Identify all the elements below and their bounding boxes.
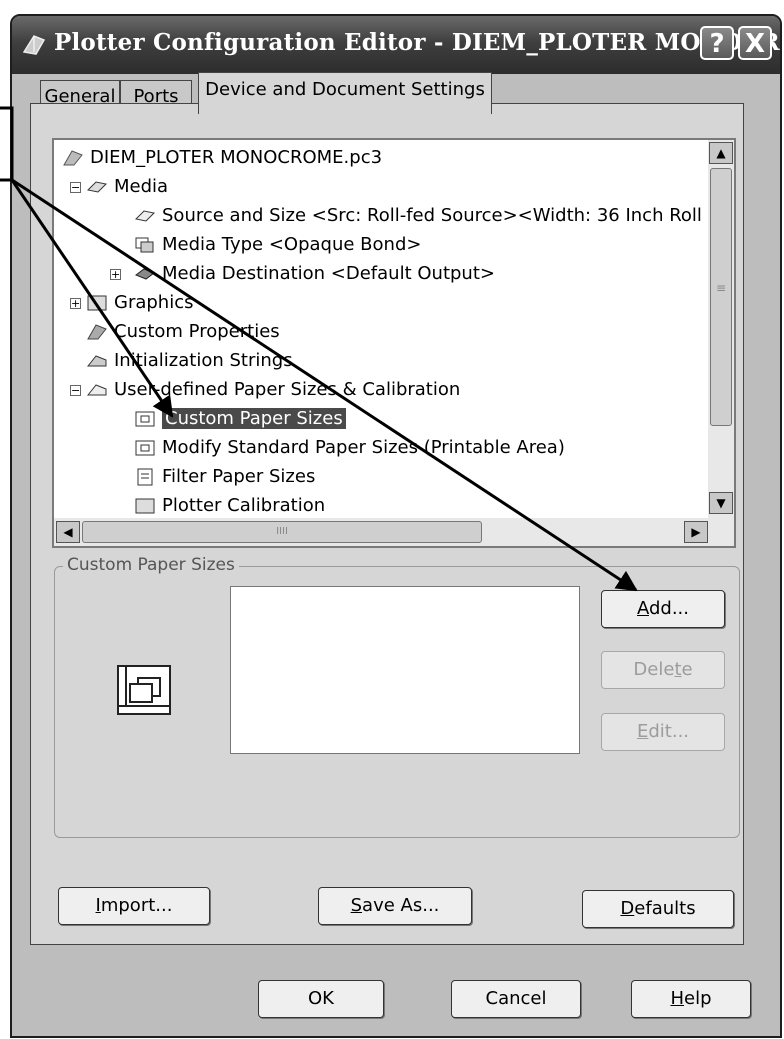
media-destination-icon: [134, 268, 156, 280]
window-title: Plotter Configuration Editor - DIEM_PLOT…: [54, 29, 782, 56]
tree-graphics-label: Graphics: [114, 292, 194, 313]
tree-root-label: DIEM_PLOTER MONOCROME.pc3: [90, 147, 383, 168]
tree-source-and-size[interactable]: Source and Size <Src: Roll-fed Source><W…: [134, 202, 702, 230]
close-button[interactable]: X: [738, 26, 772, 60]
tree-media-destination[interactable]: Media Destination <Default Output>: [134, 260, 495, 288]
tree-filter-paper-sizes[interactable]: Filter Paper Sizes: [134, 463, 315, 491]
vertical-scroll-thumb[interactable]: ≡: [710, 168, 732, 426]
delete-button[interactable]: Delete: [601, 651, 725, 689]
initialization-strings-icon: [86, 355, 107, 367]
tree-custom-properties-label: Custom Properties: [114, 321, 280, 342]
tree-initialization-strings[interactable]: Initialization Strings: [86, 347, 293, 375]
add-button[interactable]: Add...: [601, 590, 725, 628]
expand-graphics-icon[interactable]: +: [70, 298, 81, 309]
tree-plotter-calibration[interactable]: Plotter Calibration: [134, 492, 325, 520]
scroll-up-icon[interactable]: ▲: [709, 142, 733, 164]
custom-properties-icon: [87, 324, 107, 340]
modify-paper-icon: [135, 440, 155, 456]
edit-button[interactable]: Edit...: [601, 713, 725, 751]
tree-horizontal-scrollbar[interactable]: ◀ IIII ▶: [54, 518, 734, 546]
tree-media[interactable]: Media: [86, 173, 168, 201]
graphics-icon: [87, 295, 107, 311]
tree-filter-paper-sizes-label: Filter Paper Sizes: [162, 466, 316, 487]
plotter-icon: [63, 150, 83, 166]
tab-device-document-settings[interactable]: Device and Document Settings: [198, 72, 492, 114]
save-as-button[interactable]: Save As...: [318, 887, 472, 925]
tree-user-defined-paper-sizes[interactable]: User-defined Paper Sizes & Calibration: [86, 376, 460, 404]
group-legend: Custom Paper Sizes: [63, 555, 239, 575]
expand-media-destination-icon[interactable]: +: [110, 269, 121, 280]
custom-paper-size-icon: [117, 665, 171, 715]
tree-custom-paper-sizes-label: Custom Paper Sizes: [162, 408, 346, 429]
media-icon: [86, 181, 108, 193]
vscroll-grip: ≡: [715, 281, 727, 295]
import-button[interactable]: Import...: [58, 887, 210, 925]
tree-custom-properties[interactable]: Custom Properties: [86, 318, 280, 346]
tree-media-destination-label: Media Destination <Default Output>: [162, 263, 495, 284]
settings-tree[interactable]: DIEM_PLOTER MONOCROME.pc3 − Media Source…: [52, 138, 736, 548]
tree-modify-standard-label: Modify Standard Paper Sizes (Printable A…: [162, 437, 565, 458]
tree-media-type[interactable]: Media Type <Opaque Bond>: [134, 231, 421, 259]
tree-plotter-calibration-label: Plotter Calibration: [162, 495, 326, 516]
paper-size-icon: [135, 411, 155, 427]
tree-source-and-size-label: Source and Size <Src: Roll-fed Source><W…: [162, 205, 702, 226]
horizontal-scroll-thumb[interactable]: IIII: [82, 521, 482, 543]
collapse-media-icon[interactable]: −: [70, 182, 81, 193]
cancel-button[interactable]: Cancel: [451, 980, 581, 1018]
scroll-down-icon[interactable]: ▼: [709, 492, 733, 514]
hscroll-grip: IIII: [276, 526, 288, 537]
plotter-app-icon: [22, 35, 46, 55]
scroll-left-icon[interactable]: ◀: [56, 521, 80, 543]
title-bar[interactable]: Plotter Configuration Editor - DIEM_PLOT…: [12, 16, 780, 74]
tree-graphics[interactable]: Graphics: [86, 289, 194, 317]
tree-vertical-scrollbar[interactable]: ▲ ≡ ▼: [708, 140, 734, 518]
tree-initialization-strings-label: Initialization Strings: [114, 350, 293, 371]
tree-modify-standard-paper-sizes[interactable]: Modify Standard Paper Sizes (Printable A…: [134, 434, 565, 462]
calibration-icon: [135, 498, 155, 514]
source-size-icon: [134, 210, 156, 222]
collapse-user-defined-icon[interactable]: −: [70, 385, 81, 396]
scroll-right-icon[interactable]: ▶: [684, 521, 708, 543]
user-defined-icon: [86, 384, 107, 396]
tree-custom-paper-sizes[interactable]: Custom Paper Sizes: [134, 405, 346, 433]
tree-root[interactable]: DIEM_PLOTER MONOCROME.pc3: [62, 144, 382, 172]
help-button[interactable]: Help: [631, 980, 751, 1018]
help-title-button[interactable]: ?: [700, 26, 734, 60]
defaults-button[interactable]: Defaults: [582, 890, 734, 928]
tree-media-type-label: Media Type <Opaque Bond>: [162, 234, 422, 255]
media-type-icon: [135, 237, 154, 253]
filter-paper-icon: [137, 468, 153, 486]
tree-media-label: Media: [114, 176, 169, 197]
tree-user-defined-label: User-defined Paper Sizes & Calibration: [114, 379, 461, 400]
ok-button[interactable]: OK: [258, 980, 384, 1018]
custom-paper-sizes-list[interactable]: [230, 586, 580, 754]
